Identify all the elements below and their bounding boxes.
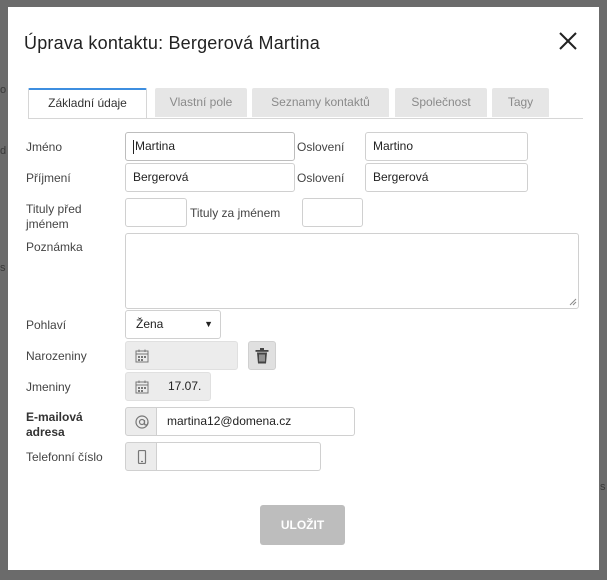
last-name-value: Bergerová (133, 170, 189, 184)
last-name-input[interactable]: Bergerová (125, 163, 295, 192)
background-text-hint: d (0, 145, 7, 157)
first-name-value: Martina (135, 139, 176, 153)
tab-bar: Základní údaje Vlastní pole Seznamy kont… (28, 88, 583, 119)
edit-contact-dialog: Úprava kontaktu: Bergerová Martina Zákla… (8, 7, 599, 570)
gender-select[interactable]: Žena ▼ (125, 310, 221, 339)
resize-handle-icon[interactable] (569, 298, 577, 306)
first-name-label: Jméno (26, 140, 63, 154)
gender-selected-value: Žena (136, 317, 164, 331)
tab-tags[interactable]: Tagy (492, 88, 549, 117)
note-textarea[interactable] (125, 233, 579, 309)
calendar-icon (135, 380, 149, 394)
at-sign-icon (135, 415, 149, 429)
title-after-label: Tituly za jménem (190, 206, 281, 220)
last-name-label: Příjmení (26, 171, 71, 185)
first-name-input[interactable]: Martina (125, 132, 295, 161)
last-salutation-input[interactable]: Bergerová (365, 163, 528, 192)
tab-basic-info[interactable]: Základní údaje (28, 88, 147, 118)
email-input[interactable]: martina12@domena.cz (157, 407, 355, 436)
title-before-input[interactable] (125, 198, 187, 227)
nameday-input[interactable]: 17.07. (125, 372, 211, 401)
email-label-line2: adresa (26, 425, 65, 439)
title-after-input[interactable] (302, 198, 363, 227)
birthday-label: Narozeniny (26, 349, 87, 363)
close-button[interactable] (556, 29, 580, 53)
nameday-value: 17.07. (168, 379, 202, 393)
first-salutation-input[interactable]: Martino (365, 132, 528, 161)
calendar-icon (135, 349, 149, 363)
trash-icon (255, 348, 269, 364)
dialog-title: Úprava kontaktu: Bergerová Martina (24, 33, 320, 53)
first-salutation-value: Martino (373, 139, 414, 153)
phone-addon (125, 442, 157, 471)
last-salutation-value: Bergerová (373, 170, 429, 184)
background-text-hint: s (600, 481, 606, 493)
clear-birthday-button[interactable] (248, 341, 276, 370)
text-caret (133, 139, 134, 154)
mobile-phone-icon (137, 450, 147, 464)
gender-label: Pohlaví (26, 318, 67, 332)
email-label-line1: E-mailová (26, 410, 83, 424)
email-value: martina12@domena.cz (167, 414, 292, 428)
tab-contact-lists[interactable]: Seznamy kontaktů (252, 88, 389, 117)
nameday-label: Jmeniny (26, 380, 71, 394)
tab-custom-fields[interactable]: Vlastní pole (155, 88, 247, 117)
birthday-input[interactable] (125, 341, 238, 370)
tab-company[interactable]: Společnost (395, 88, 487, 117)
background-text-hint: o (0, 84, 7, 96)
email-addon (125, 407, 157, 436)
first-salutation-label: Oslovení (297, 140, 345, 154)
title-before-label-line1: Tituly před (26, 202, 82, 216)
dropdown-arrow-icon: ▼ (204, 319, 213, 329)
title-before-label: Tituly před jménem (26, 202, 82, 232)
close-icon (559, 32, 577, 50)
email-label: E-mailová adresa (26, 410, 83, 440)
phone-input[interactable] (157, 442, 321, 471)
title-before-label-line2: jménem (26, 217, 69, 231)
last-salutation-label: Oslovení (297, 171, 345, 185)
note-label: Poznámka (26, 240, 83, 254)
background-text-hint: s (0, 262, 6, 274)
phone-label: Telefonní číslo (26, 450, 103, 464)
save-button[interactable]: ULOŽIT (260, 505, 345, 545)
